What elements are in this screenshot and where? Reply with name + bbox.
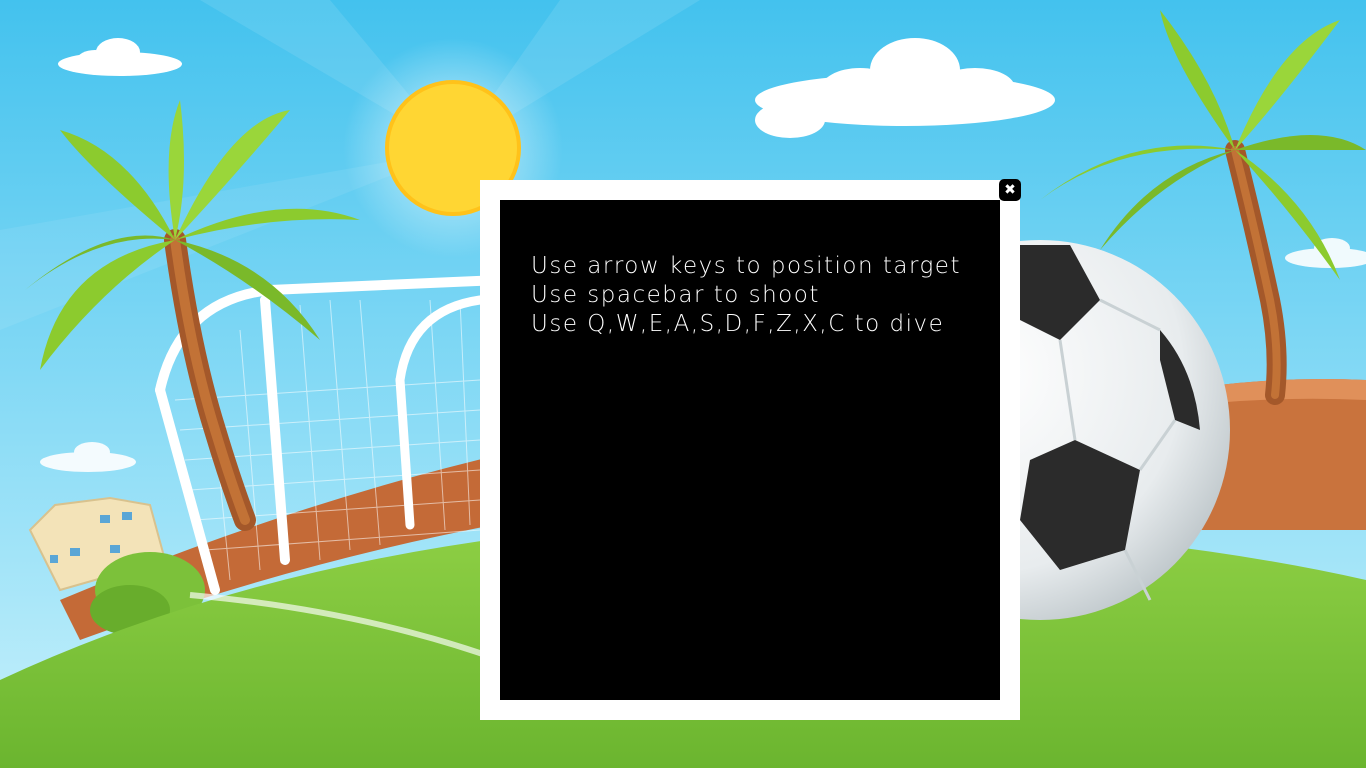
instruction-line: Use arrow keys to position target [531,253,961,279]
instruction-line: Use spacebar to shoot [531,282,820,308]
instruction-line: Use Q,W,E,A,S,D,F,Z,X,C to dive [531,311,945,337]
instructions-list: Use arrow keys to position target Use sp… [531,252,961,339]
instructions-panel: Use arrow keys to position target Use sp… [500,200,1000,700]
close-button[interactable]: ✖ [999,179,1021,201]
instructions-dialog: Use arrow keys to position target Use sp… [480,179,1021,720]
close-icon[interactable]: ✖ [1004,182,1016,198]
